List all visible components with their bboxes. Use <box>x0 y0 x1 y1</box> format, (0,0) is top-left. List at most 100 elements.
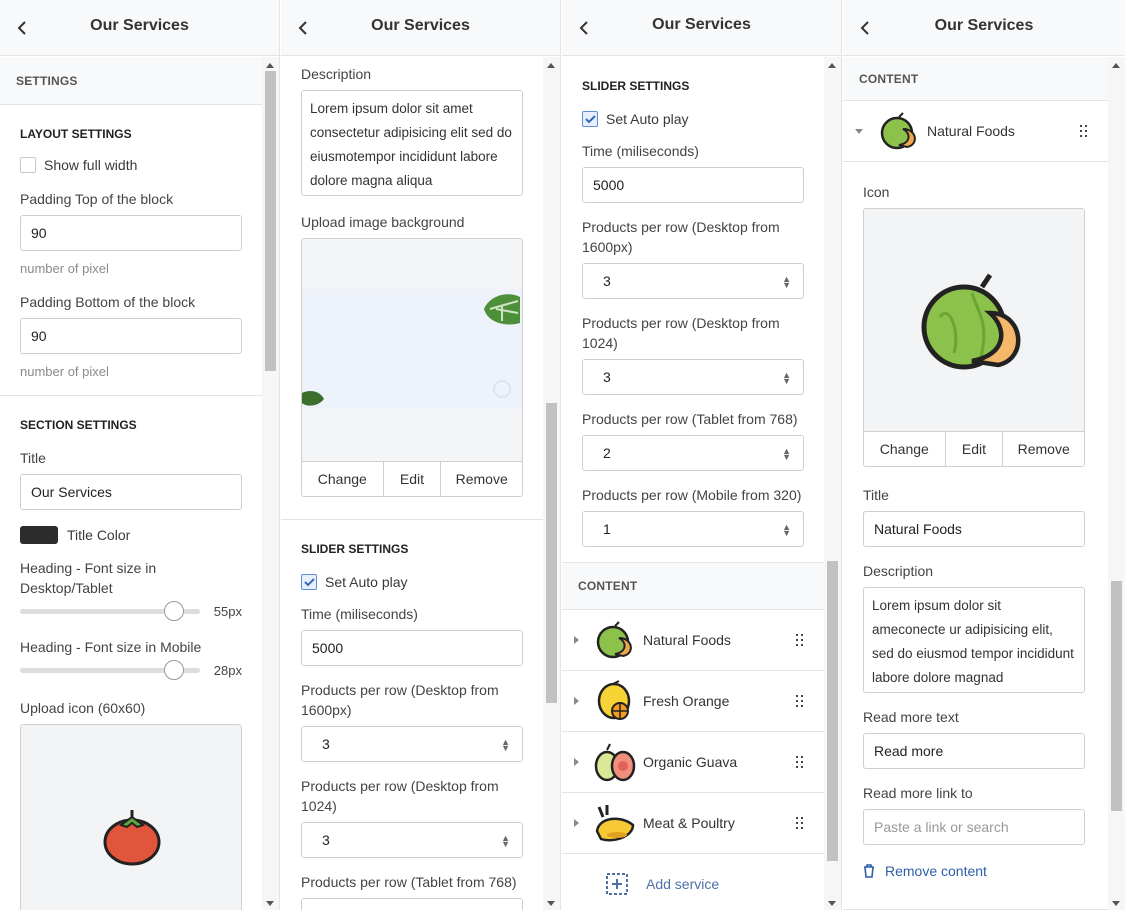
ppr-tablet-select[interactable]: 2 ▲▼ <box>582 435 804 471</box>
panel-header: Our Services <box>843 0 1125 56</box>
page-title: Our Services <box>934 17 1034 34</box>
upload-icon-box[interactable] <box>20 724 242 910</box>
content-item[interactable]: Fresh Orange <box>562 671 824 732</box>
slider-handle[interactable] <box>164 601 184 621</box>
drag-handle-icon[interactable] <box>796 756 804 768</box>
upload-bg-label: Upload image background <box>301 214 465 230</box>
settings-panel-3: Our Services SLIDER SETTINGS Set Auto pl… <box>562 0 842 910</box>
expand-arrow-icon[interactable] <box>574 819 579 827</box>
title-input[interactable]: Natural Foods <box>863 511 1085 547</box>
change-button[interactable]: Change <box>302 462 384 496</box>
bg-image-preview <box>302 239 522 461</box>
scrollbar[interactable] <box>543 57 560 910</box>
panel-body: SLIDER SETTINGS Set Auto play Time (mili… <box>562 57 824 910</box>
change-button[interactable]: Change <box>864 432 946 466</box>
color-swatch[interactable] <box>20 526 58 544</box>
checkbox-box[interactable] <box>20 157 36 173</box>
padding-bottom-hint: number of pixel <box>20 364 109 379</box>
remove-button[interactable]: Remove <box>441 462 522 496</box>
edit-button[interactable]: Edit <box>946 432 1004 466</box>
icon-label: Icon <box>863 184 890 200</box>
slider-settings-block: SLIDER SETTINGS Set Auto play Time (mili… <box>562 57 824 563</box>
ppr-desktop-1024-select[interactable]: 3 ▲ ▼ <box>582 359 804 395</box>
read-more-input[interactable]: Read more <box>863 733 1085 769</box>
drag-handle-icon[interactable] <box>796 817 804 829</box>
content-item[interactable]: Natural Foods <box>562 610 824 671</box>
drag-handle-icon[interactable] <box>796 695 804 707</box>
slider-settings-title: SLIDER SETTINGS <box>301 542 409 556</box>
padding-bottom-input[interactable]: 90 <box>20 318 242 354</box>
circle-icon <box>493 380 511 398</box>
settings-panel-2: Our Services Description Lorem ipsum dol… <box>281 0 561 910</box>
scrollbar[interactable] <box>824 57 841 910</box>
slider-handle[interactable] <box>164 660 184 680</box>
content-item-name: Natural Foods <box>927 123 1015 139</box>
time-input[interactable]: 5000 <box>582 167 804 203</box>
upload-bg-box[interactable]: Change Edit Remove <box>301 238 523 497</box>
heading-desktop-label: Heading - Font size in Desktop/Tablet <box>20 560 157 596</box>
ppr-desktop-1024-select[interactable]: 3 ▲ ▼ <box>301 822 523 858</box>
panel-body: Description Lorem ipsum dolor sit amet c… <box>281 57 543 910</box>
description-textarea[interactable]: Lorem ipsum dolor sit ameconecte ur adip… <box>863 587 1085 693</box>
read-more-link-label: Read more link to <box>863 785 973 801</box>
scrollbar-thumb[interactable] <box>827 561 838 861</box>
tomato-icon <box>103 810 161 866</box>
expand-arrow-icon[interactable] <box>574 697 579 705</box>
autoplay-label: Set Auto play <box>606 111 689 127</box>
content-item[interactable]: Organic Guava <box>562 732 824 793</box>
scrollbar-thumb[interactable] <box>546 403 557 703</box>
drag-handle-icon[interactable] <box>1080 125 1088 137</box>
autoplay-label: Set Auto play <box>325 574 408 590</box>
scrollbar-thumb[interactable] <box>1111 581 1122 811</box>
autoplay-checkbox[interactable]: Set Auto play <box>582 111 804 127</box>
title-input[interactable]: Our Services <box>20 474 242 510</box>
checkbox-box[interactable] <box>301 574 317 590</box>
settings-panel-4: Our Services CONTENT Natural Foods Icon <box>843 0 1125 910</box>
ppr-tablet-select[interactable]: 2 ▲▼ <box>301 898 523 910</box>
scrollbar-thumb[interactable] <box>265 71 276 371</box>
title-color-picker[interactable]: Title Color <box>20 526 242 544</box>
heading-mobile-slider[interactable] <box>20 660 200 680</box>
content-item-name: Organic Guava <box>643 754 738 770</box>
content-item-expanded[interactable]: Natural Foods <box>843 101 1108 162</box>
settings-panel-1: Our Services SETTINGS LAYOUT SETTINGS Sh… <box>0 0 280 910</box>
edit-button[interactable]: Edit <box>384 462 442 496</box>
expand-arrow-icon[interactable] <box>574 758 579 766</box>
remove-content-button[interactable]: Remove content <box>863 863 1088 879</box>
ppr-mobile-select[interactable]: 1 ▲ ▼ <box>582 511 804 547</box>
content-item-form: Icon Change Edit Remove Title Natural Fo… <box>843 182 1108 910</box>
heading-mobile-slider-row: 28px <box>20 660 242 680</box>
padding-top-input[interactable]: 90 <box>20 215 242 251</box>
time-input[interactable]: 5000 <box>301 630 523 666</box>
scrollbar[interactable] <box>1108 57 1125 910</box>
time-label: Time (miliseconds) <box>582 143 699 159</box>
read-more-label: Read more text <box>863 709 959 725</box>
ppr-desktop-1600-select[interactable]: 3 ▲ ▼ <box>301 726 523 762</box>
remove-button[interactable]: Remove <box>1003 432 1084 466</box>
ppr-tablet-label: Products per row (Tablet from 768) <box>582 411 798 427</box>
read-more-link-input[interactable]: Paste a link or search <box>863 809 1085 845</box>
content-item[interactable]: Meat & Poultry <box>562 793 824 854</box>
show-full-width-checkbox[interactable]: Show full width <box>20 157 242 173</box>
content-item-name: Natural Foods <box>643 632 731 648</box>
panel-header: Our Services <box>562 0 841 56</box>
page-title: Our Services <box>652 16 751 33</box>
title-label: Title <box>20 450 46 466</box>
chicken-icon <box>593 801 637 845</box>
drag-handle-icon[interactable] <box>796 634 804 646</box>
heading-desktop-slider[interactable] <box>20 601 200 621</box>
ppr-desktop-1600-select[interactable]: 3 ▲ ▼ <box>582 263 804 299</box>
checkbox-box[interactable] <box>582 111 598 127</box>
panel-header: Our Services <box>0 0 279 56</box>
heading-desktop-value: 55px <box>213 604 242 619</box>
select-arrows-icon: ▲ ▼ <box>782 274 791 290</box>
autoplay-checkbox[interactable]: Set Auto play <box>301 574 523 590</box>
add-service-button[interactable]: Add service <box>562 854 824 910</box>
icon-upload-box[interactable]: Change Edit Remove <box>863 208 1085 467</box>
scrollbar[interactable] <box>262 57 279 910</box>
description-textarea[interactable]: Lorem ipsum dolor sit amet consectetur a… <box>301 90 523 196</box>
settings-section-header: SETTINGS <box>0 57 262 105</box>
icon-preview <box>864 209 1084 431</box>
collapse-arrow-icon[interactable] <box>855 128 863 134</box>
expand-arrow-icon[interactable] <box>574 636 579 644</box>
